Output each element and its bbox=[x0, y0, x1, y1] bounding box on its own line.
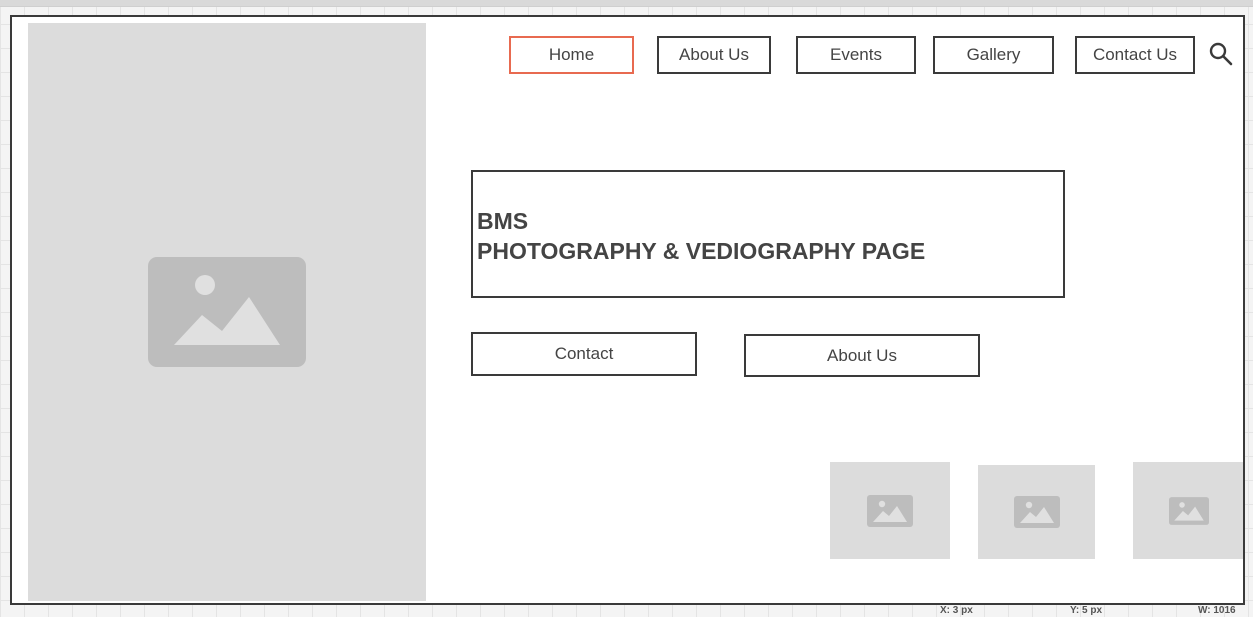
nav-about-button[interactable]: About Us bbox=[657, 36, 771, 74]
about-us-button[interactable]: About Us bbox=[744, 334, 980, 377]
hero-title-line-1: BMS bbox=[477, 208, 529, 234]
nav-events-button[interactable]: Events bbox=[796, 36, 916, 74]
artboard[interactable]: Home About Us Events Gallery Contact Us … bbox=[10, 15, 1245, 605]
nav-gallery-button[interactable]: Gallery bbox=[933, 36, 1054, 74]
status-x-readout: X: 3 px bbox=[940, 605, 973, 616]
contact-button[interactable]: Contact bbox=[471, 332, 697, 376]
nav-home-button[interactable]: Home bbox=[509, 36, 634, 74]
image-icon bbox=[1169, 496, 1209, 525]
nav-contact-button[interactable]: Contact Us bbox=[1075, 36, 1195, 74]
image-icon bbox=[148, 257, 306, 367]
gallery-thumbnail[interactable] bbox=[1133, 462, 1243, 559]
hero-image-placeholder[interactable] bbox=[28, 23, 426, 601]
hero-title-line-2: PHOTOGRAPHY & VEDIOGRAPHY PAGE bbox=[477, 238, 926, 264]
status-width-readout: W: 1016 bbox=[1198, 605, 1236, 616]
image-icon bbox=[1013, 496, 1060, 528]
hero-title-box: BMS PHOTOGRAPHY & VEDIOGRAPHY PAGE bbox=[471, 170, 1065, 298]
status-y-readout: Y: 5 px bbox=[1070, 605, 1103, 616]
gallery-thumbnail[interactable] bbox=[830, 462, 950, 559]
top-ruler bbox=[0, 0, 1253, 7]
image-icon bbox=[867, 494, 913, 527]
gallery-thumbnail[interactable] bbox=[978, 465, 1095, 559]
search-icon[interactable] bbox=[1208, 41, 1234, 67]
